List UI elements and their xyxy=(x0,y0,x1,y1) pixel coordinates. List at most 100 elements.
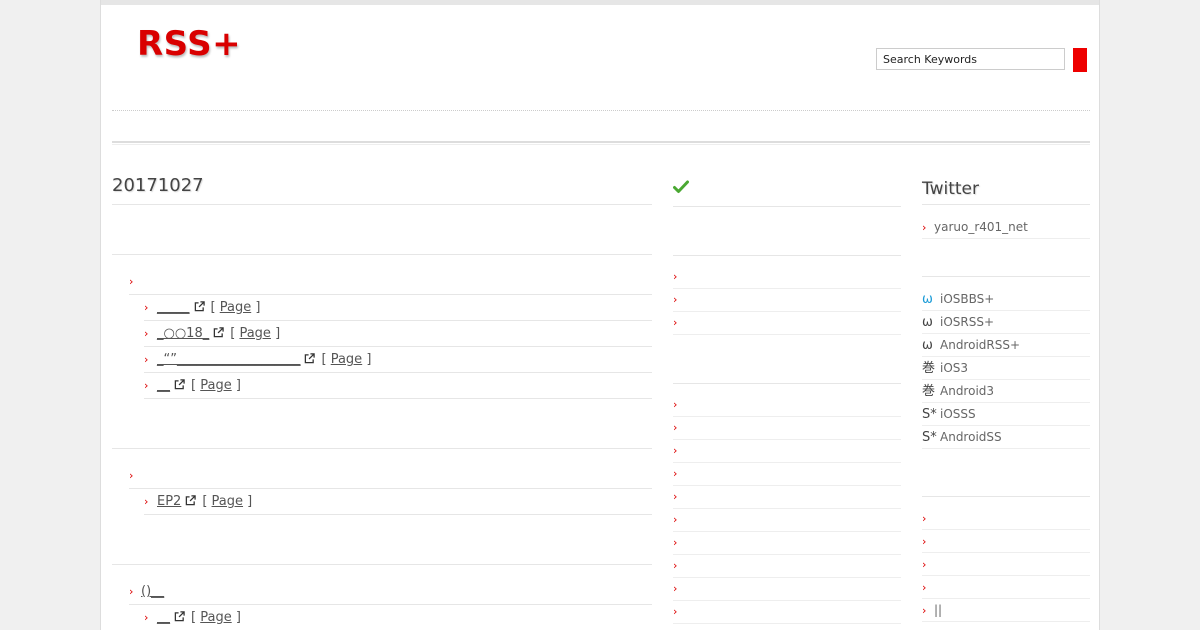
list-item[interactable]: › xyxy=(673,417,901,440)
list-item[interactable]: › xyxy=(673,394,901,417)
category-link[interactable]: ()__ xyxy=(141,584,164,599)
item-link[interactable]: _____ xyxy=(157,300,190,315)
category-heading[interactable]: › ()__ xyxy=(129,584,652,604)
item-link[interactable]: EP2 xyxy=(157,494,181,509)
app-link-androidss[interactable]: S* AndroidSS xyxy=(922,426,1090,449)
twitter-link-item[interactable]: › yaruo_r401_net xyxy=(922,216,1090,239)
section-divider xyxy=(673,383,901,384)
list-item[interactable]: › xyxy=(922,507,1090,530)
arrow-icon: › xyxy=(922,512,927,525)
list-item[interactable]: › xyxy=(673,266,901,289)
item-link[interactable]: __ xyxy=(157,610,170,625)
app-link-android3[interactable]: 巻 Android3 xyxy=(922,380,1090,403)
bracket-open: [ xyxy=(202,494,208,509)
bracket-close: ] xyxy=(235,610,241,625)
item-link[interactable]: _○○18_ xyxy=(157,326,209,341)
check-icon xyxy=(673,180,689,193)
arrow-icon: › xyxy=(673,398,678,411)
page-link[interactable]: Page xyxy=(212,494,243,509)
arrow-icon: › xyxy=(673,270,678,283)
app-link-iosbbs[interactable]: ω iOSBBS+ xyxy=(922,288,1090,311)
arrow-icon: › xyxy=(673,490,678,503)
list-item[interactable]: › xyxy=(922,576,1090,599)
app-link-androidrss[interactable]: ω AndroidRSS+ xyxy=(922,334,1090,357)
arrow-icon: › xyxy=(673,316,678,329)
bracket-close: ] xyxy=(255,300,261,315)
list-item[interactable]: › xyxy=(673,509,901,532)
item-link[interactable]: _“”___________________ xyxy=(157,352,300,367)
nav-divider xyxy=(112,141,1090,145)
top-bar xyxy=(101,0,1099,5)
page-link[interactable]: Page xyxy=(200,378,231,393)
arrow-icon: › xyxy=(673,605,678,618)
external-link-icon[interactable] xyxy=(185,495,197,506)
page: RSS+ 20171027 › › _____ [ Page ] › _○○18_ [ … xyxy=(100,0,1100,630)
search-input[interactable] xyxy=(876,48,1065,70)
page-title: 20171027 xyxy=(112,175,204,196)
external-link-icon[interactable] xyxy=(304,353,316,364)
arrow-icon: › xyxy=(673,536,678,549)
app-link-iosrss[interactable]: ω iOSRSS+ xyxy=(922,311,1090,334)
arrow-icon: › xyxy=(144,495,149,508)
app-label: iOSSS xyxy=(940,407,976,421)
category-heading[interactable]: › xyxy=(129,274,652,294)
app-link-iosss[interactable]: S* iOSSS xyxy=(922,403,1090,426)
list-item[interactable]: › xyxy=(673,601,901,624)
list-item: › _____ [ Page ] xyxy=(144,295,652,321)
list-item[interactable]: › xyxy=(673,486,901,509)
bracket-close: ] xyxy=(247,494,253,509)
external-link-icon[interactable] xyxy=(174,379,185,390)
list-item[interactable]: › || xyxy=(922,599,1090,622)
arrow-icon: › xyxy=(673,582,678,595)
s-star-icon: S* xyxy=(922,430,937,445)
arrow-icon: › xyxy=(129,585,134,598)
arrow-icon: › xyxy=(673,513,678,526)
page-link[interactable]: Page xyxy=(331,352,362,367)
site-logo[interactable]: RSS+ xyxy=(137,24,241,64)
item-link[interactable]: __ xyxy=(157,378,170,393)
list-item[interactable]: › xyxy=(673,440,901,463)
section-divider xyxy=(112,564,652,565)
list-item: › _○○18_ [ Page ] xyxy=(144,321,652,347)
list-item[interactable]: › xyxy=(673,289,901,312)
list-item-label: || xyxy=(934,603,943,617)
external-link-icon[interactable] xyxy=(174,611,185,622)
list-item[interactable]: › xyxy=(673,532,901,555)
app-link-ios3[interactable]: 巻 iOS3 xyxy=(922,357,1090,380)
list-item[interactable]: › xyxy=(922,530,1090,553)
twitter-account-link[interactable]: yaruo_r401_net xyxy=(934,220,1028,234)
list-item[interactable]: › xyxy=(673,555,901,578)
arrow-icon: › xyxy=(144,611,149,624)
app-label: iOS3 xyxy=(940,361,969,375)
arrow-icon: › xyxy=(129,469,134,482)
list-item[interactable]: › xyxy=(673,578,901,601)
list-item: › __ [ Page ] xyxy=(144,373,652,399)
search-button[interactable] xyxy=(1073,48,1087,72)
arrow-icon: › xyxy=(673,421,678,434)
arrow-icon: › xyxy=(922,535,927,548)
arrow-icon: › xyxy=(129,275,134,288)
list-item[interactable]: › xyxy=(922,622,1090,630)
arrow-icon: › xyxy=(144,379,149,392)
arrow-icon: › xyxy=(922,558,927,571)
scroll-kanji-icon: 巻 xyxy=(922,361,936,376)
page-link[interactable]: Page xyxy=(200,610,231,625)
list-item[interactable]: › xyxy=(673,312,901,335)
section-divider xyxy=(673,206,901,207)
title-underline xyxy=(112,204,652,205)
title-underline xyxy=(922,204,1090,205)
page-link[interactable]: Page xyxy=(239,326,270,341)
arrow-icon: › xyxy=(673,467,678,480)
app-label: AndroidSS xyxy=(940,430,1002,444)
external-link-icon[interactable] xyxy=(194,301,205,312)
category-heading[interactable]: › xyxy=(129,468,652,488)
list-item[interactable]: › xyxy=(673,463,901,486)
list-item[interactable]: › xyxy=(922,553,1090,576)
sidebar-title: Twitter xyxy=(922,179,979,199)
app-label: AndroidRSS+ xyxy=(940,338,1021,352)
section-divider xyxy=(112,448,652,449)
omega-icon: ω xyxy=(922,292,933,307)
page-link[interactable]: Page xyxy=(220,300,251,315)
arrow-icon: › xyxy=(144,353,149,366)
external-link-icon[interactable] xyxy=(213,327,224,338)
